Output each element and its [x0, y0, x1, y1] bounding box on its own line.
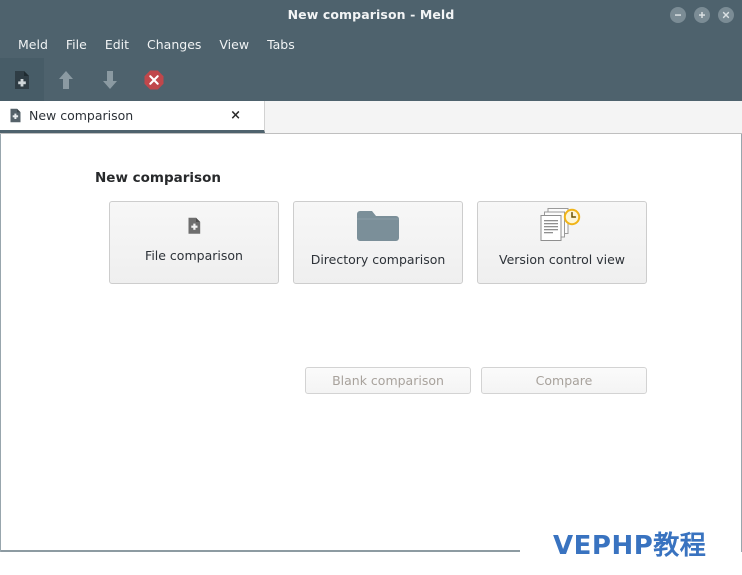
tab-strip-empty-area [265, 101, 742, 133]
new-document-icon [15, 70, 29, 89]
file-comparison-card[interactable]: File comparison [109, 201, 279, 284]
arrow-up-icon [59, 70, 73, 89]
toolbar-go-up-button[interactable] [44, 58, 88, 101]
window-controls [670, 7, 734, 23]
action-button-group: Blank comparison Compare [305, 367, 647, 394]
toolbar [0, 58, 742, 101]
menu-bar: Meld File Edit Changes View Tabs [0, 31, 742, 58]
directory-comparison-card[interactable]: Directory comparison [293, 201, 463, 284]
file-comparison-icon [187, 202, 202, 250]
menu-item-edit[interactable]: Edit [96, 34, 138, 56]
menu-item-tabs[interactable]: Tabs [258, 34, 304, 56]
folder-icon [356, 202, 400, 250]
plus-icon [699, 12, 705, 18]
file-comparison-label: File comparison [145, 248, 243, 263]
arrow-down-icon [103, 70, 117, 89]
watermark: VEPHP教程 [553, 531, 707, 561]
blank-comparison-button[interactable]: Blank comparison [305, 367, 471, 394]
directory-comparison-label: Directory comparison [310, 252, 446, 267]
compare-button[interactable]: Compare [481, 367, 647, 394]
maximize-button[interactable] [694, 7, 710, 23]
toolbar-new-comparison-button[interactable] [0, 58, 44, 101]
minimize-icon [675, 14, 681, 16]
tab-document-icon [9, 108, 22, 123]
close-icon [722, 11, 730, 19]
screenshot-root: New comparison - Meld Meld File Edit Cha… [0, 0, 742, 575]
minimize-button[interactable] [670, 7, 686, 23]
title-bar: New comparison - Meld [0, 0, 742, 31]
toolbar-stop-button[interactable] [132, 58, 176, 101]
tab-strip: New comparison × [0, 101, 742, 134]
page-title: New comparison [95, 170, 221, 186]
stop-icon [144, 70, 164, 89]
menu-item-file[interactable]: File [57, 34, 96, 56]
window-title: New comparison - Meld [287, 7, 455, 22]
version-control-card[interactable]: Version control view [477, 201, 647, 284]
tab-close-icon[interactable]: × [227, 109, 244, 122]
tab-new-comparison[interactable]: New comparison × [0, 101, 265, 133]
meld-window: New comparison - Meld Meld File Edit Cha… [0, 0, 742, 552]
tab-label: New comparison [29, 108, 134, 123]
toolbar-go-down-button[interactable] [88, 58, 132, 101]
version-control-label: Version control view [498, 252, 626, 267]
close-button[interactable] [718, 7, 734, 23]
content-bottom-border [1, 550, 520, 552]
version-control-icon [540, 202, 584, 250]
comparison-type-group: File comparison Directory comparison Ver… [109, 201, 647, 284]
menu-item-meld[interactable]: Meld [9, 34, 57, 56]
main-content: New comparison File comparison Directory… [0, 134, 742, 552]
menu-item-view[interactable]: View [210, 34, 258, 56]
menu-item-changes[interactable]: Changes [138, 34, 210, 56]
